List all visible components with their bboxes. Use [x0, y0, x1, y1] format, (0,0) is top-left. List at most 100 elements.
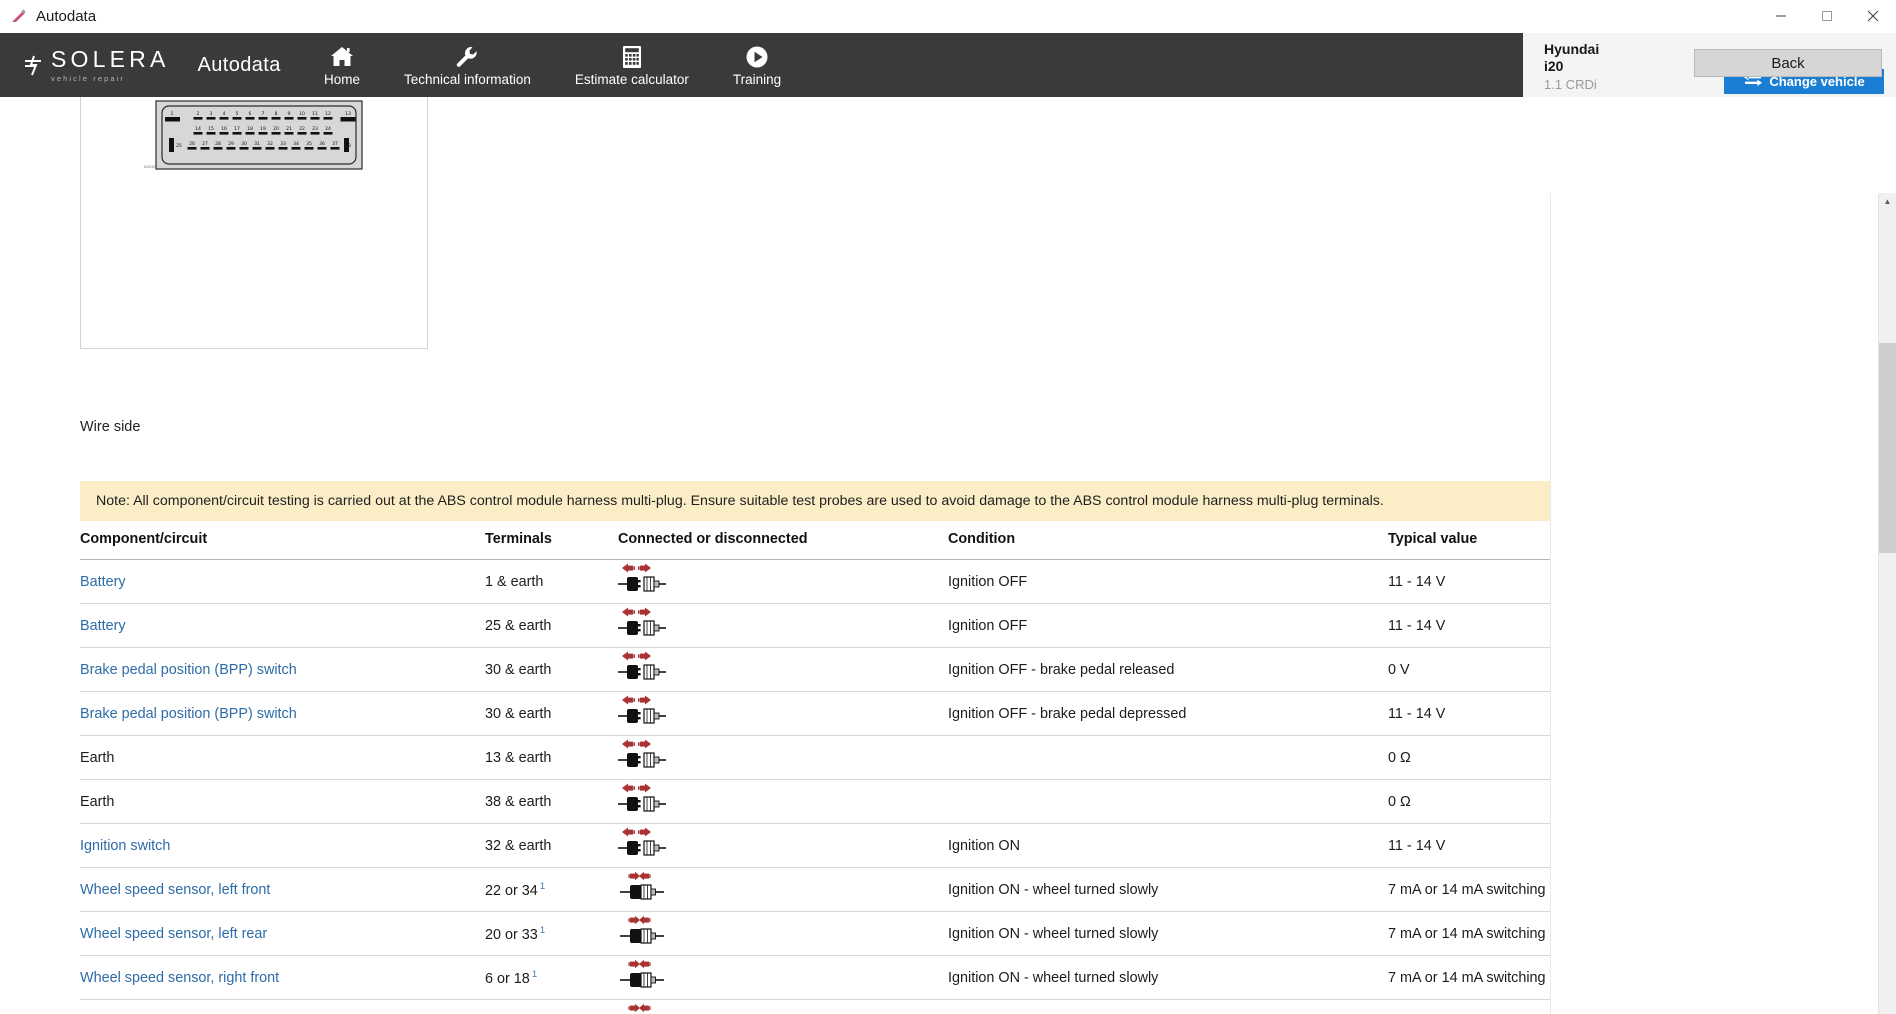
svg-text:35: 35	[306, 141, 312, 147]
wrench-icon	[454, 43, 480, 69]
right-empty-pane	[1550, 193, 1879, 1014]
close-icon[interactable]	[1850, 0, 1896, 32]
component-cell[interactable]: Brake pedal position (BPP) switch	[80, 706, 297, 722]
condition-cell: Ignition ON - wheel turned slowly	[948, 956, 1388, 1000]
maximize-icon[interactable]	[1804, 0, 1850, 32]
terminals-cell: 6 or 181	[485, 956, 618, 1000]
svg-text:20: 20	[273, 126, 279, 132]
connector-disconnected-icon	[618, 826, 666, 862]
connector-disconnected-icon	[618, 606, 666, 642]
svg-text:29: 29	[228, 141, 234, 147]
component-cell[interactable]: Wheel speed sensor, left rear	[80, 926, 267, 942]
app-header: SOLERA vehicle repair Autodata Home Tech…	[0, 33, 1896, 97]
condition-cell: Ignition OFF	[948, 604, 1388, 648]
home-icon	[329, 43, 355, 69]
svg-text:3: 3	[210, 111, 213, 117]
svg-text:23: 23	[312, 126, 318, 132]
nav-home-label: Home	[324, 73, 360, 87]
condition-cell: Ignition OFF	[948, 560, 1388, 604]
scroll-up-arrow-icon[interactable]: ▲	[1879, 193, 1896, 210]
calculator-icon	[621, 43, 643, 69]
vertical-scrollbar[interactable]: ▲ ▼	[1878, 193, 1896, 1014]
component-cell[interactable]: Battery	[80, 618, 126, 634]
back-tooltip[interactable]: Back	[1694, 49, 1882, 77]
solera-mark-icon	[22, 53, 44, 77]
svg-text:27: 27	[202, 141, 208, 147]
svg-text:31: 31	[254, 141, 260, 147]
window-controls	[1758, 0, 1896, 32]
col-condition: Condition	[948, 531, 1388, 560]
scrollbar-thumb[interactable]	[1879, 343, 1896, 553]
svg-text:21: 21	[286, 126, 292, 132]
component-cell[interactable]: Battery	[80, 574, 126, 590]
connection-state-cell	[618, 648, 948, 692]
nav-training[interactable]: Training	[711, 33, 803, 97]
connection-state-cell	[618, 780, 948, 824]
minimize-icon[interactable]	[1758, 0, 1804, 32]
svg-text:17: 17	[234, 126, 240, 132]
svg-text:18: 18	[247, 126, 253, 132]
connector-disconnected-icon	[618, 738, 666, 774]
svg-text:4: 4	[223, 111, 226, 117]
svg-text:37: 37	[332, 141, 338, 147]
svg-text:34: 34	[293, 141, 299, 147]
component-cell[interactable]: Wheel speed sensor, left front	[80, 882, 270, 898]
component-cell[interactable]: Wheel speed sensor, right front	[80, 970, 279, 986]
connection-state-cell	[618, 956, 948, 1000]
condition-cell	[948, 736, 1388, 780]
connector-disconnected-icon	[618, 694, 666, 730]
nav-technical-information-label: Technical information	[404, 73, 531, 87]
terminals-cell: 25 & earth	[485, 604, 618, 648]
nav-training-label: Training	[733, 73, 781, 87]
connection-state-cell	[618, 1000, 948, 1014]
svg-text:30: 30	[241, 141, 247, 147]
terminals-cell: 20 or 331	[485, 912, 618, 956]
diagram-watermark: AD0407	[144, 165, 158, 169]
svg-text:15: 15	[208, 126, 214, 132]
svg-text:5: 5	[236, 111, 239, 117]
connection-state-cell	[618, 868, 948, 912]
connector-diagram-panel: 1 234 567 8910 1112 13 141516 171819	[80, 97, 428, 349]
terminals-cell: 1 & earth	[485, 560, 618, 604]
component-cell[interactable]: Brake pedal position (BPP) switch	[80, 662, 297, 678]
connector-pinout-diagram: 1 234 567 8910 1112 13 141516 171819	[136, 97, 386, 175]
main-navigation: Home Technical information	[302, 33, 803, 97]
footnote-superscript: 1	[540, 925, 545, 936]
condition-cell: Ignition ON - wheel turned slowly	[948, 868, 1388, 912]
footnote-superscript: 1	[540, 881, 545, 892]
nav-technical-information[interactable]: Technical information	[382, 33, 553, 97]
svg-text:6: 6	[249, 111, 252, 117]
terminals-cell: 30 & earth	[485, 692, 618, 736]
svg-text:2: 2	[197, 111, 200, 117]
svg-text:7: 7	[262, 111, 265, 117]
svg-text:26: 26	[189, 141, 195, 147]
svg-text:8: 8	[275, 111, 278, 117]
col-component: Component/circuit	[80, 531, 485, 560]
svg-text:9: 9	[288, 111, 291, 117]
component-cell[interactable]: Ignition switch	[80, 838, 170, 854]
brand-logo[interactable]: SOLERA vehicle repair Autodata	[0, 33, 276, 97]
brand-product: Autodata	[198, 54, 281, 77]
svg-text:19: 19	[260, 126, 266, 132]
terminals-cell: 13 & earth	[485, 736, 618, 780]
svg-text:1: 1	[171, 111, 174, 117]
svg-text:28: 28	[215, 141, 221, 147]
connector-disconnected-icon	[618, 650, 666, 686]
svg-text:33: 33	[280, 141, 286, 147]
condition-cell: Ignition ON - wheel turned slowly	[948, 1000, 1388, 1014]
svg-text:12: 12	[325, 111, 331, 117]
brand-tagline: vehicle repair	[51, 74, 170, 83]
nav-home[interactable]: Home	[302, 33, 382, 97]
play-circle-icon	[745, 43, 769, 69]
terminals-cell: 22 or 341	[485, 868, 618, 912]
connection-state-cell	[618, 912, 948, 956]
connector-disconnected-icon	[618, 562, 666, 598]
nav-estimate-calculator[interactable]: Estimate calculator	[553, 33, 711, 97]
svg-text:25: 25	[176, 143, 182, 149]
svg-text:10: 10	[299, 111, 305, 117]
page-content: 1 234 567 8910 1112 13 141516 171819	[0, 97, 1896, 1014]
svg-text:13: 13	[345, 111, 351, 117]
terminals-cell: 30 & earth	[485, 648, 618, 692]
condition-cell: Ignition ON - wheel turned slowly	[948, 912, 1388, 956]
footnote-superscript: 1	[532, 969, 537, 980]
